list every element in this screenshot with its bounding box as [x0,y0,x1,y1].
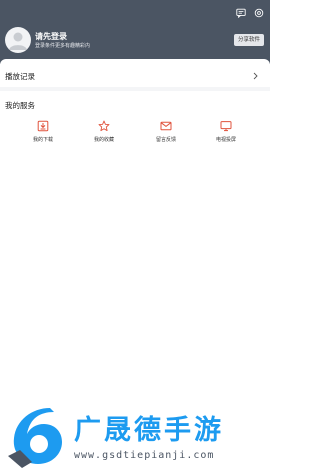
brand-logo-icon [8,408,62,468]
services-title: 我的服务 [5,101,35,110]
service-favorites[interactable]: 我的收藏 [84,120,124,146]
watermark-url: www.gsdtiepianji.com [74,450,215,461]
play-history-label: 播放记录 [5,72,35,81]
play-history-row[interactable]: 播放记录 [0,64,270,88]
star-icon [98,120,110,132]
service-tv-cast[interactable]: 电视投屏 [206,120,246,146]
user-avatar-icon [9,32,27,50]
mail-icon [160,121,172,131]
watermark-brand-text: 广晟德手游 [74,415,224,446]
share-app-button[interactable]: 分享软件 [234,34,264,46]
login-subtitle: 登录条件更多有趣精彩内 [35,43,91,49]
service-label: 电视投屏 [215,137,236,143]
settings-icon[interactable] [254,8,264,18]
download-icon [37,120,49,132]
service-label: 我的收藏 [93,137,114,143]
chevron-right-icon [253,72,258,80]
message-icon[interactable] [236,8,246,18]
avatar[interactable] [5,27,31,53]
tv-cast-icon [220,121,232,132]
profile-header: 请先登录 登录条件更多有趣精彩内 分享软件 [0,0,270,64]
section-divider [0,87,270,91]
login-prompt[interactable]: 请先登录 [35,31,67,42]
service-download[interactable]: 我的下载 [23,120,63,146]
site-watermark: 广晟德手游 www.gsdtiepianji.com [0,398,270,476]
service-label: 留言反馈 [155,137,176,143]
service-label: 我的下载 [32,137,53,143]
service-feedback[interactable]: 留言反馈 [146,120,186,146]
